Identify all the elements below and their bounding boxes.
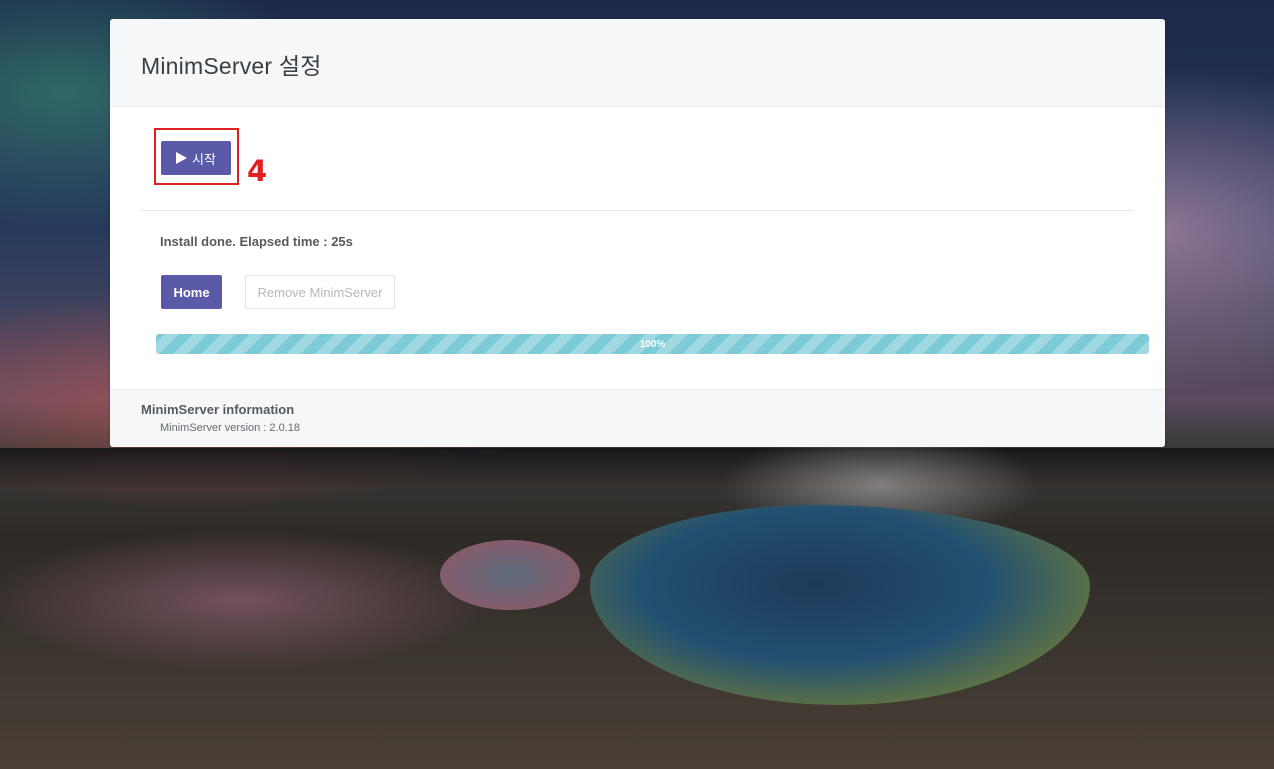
install-status: Install done. Elapsed time : 25s [160, 234, 353, 249]
play-icon [176, 152, 188, 164]
info-footer: MinimServer information MinimServer vers… [110, 389, 1165, 447]
start-button-label: 시작 [192, 152, 216, 168]
progress-fill: 100% [156, 334, 1149, 354]
start-button[interactable]: 시작 [161, 141, 231, 175]
page-title: MinimServer 설정 [141, 53, 322, 79]
progress-label: 100% [639, 338, 666, 350]
divider [141, 210, 1133, 211]
panel-body: 시작 4 Install done. Elapsed time : 25s Ho… [110, 107, 1165, 389]
home-button[interactable]: Home [161, 275, 222, 309]
step-number-annotation: 4 [247, 154, 268, 188]
panel-header: MinimServer 설정 [110, 19, 1165, 107]
remove-minimserver-button[interactable]: Remove MinimServer [245, 275, 395, 309]
info-title: MinimServer information [141, 402, 295, 417]
version-info: MinimServer version : 2.0.18 [160, 422, 300, 434]
settings-panel: MinimServer 설정 시작 4 Install done. Elapse… [110, 19, 1165, 447]
progress-bar: 100% [156, 334, 1149, 354]
